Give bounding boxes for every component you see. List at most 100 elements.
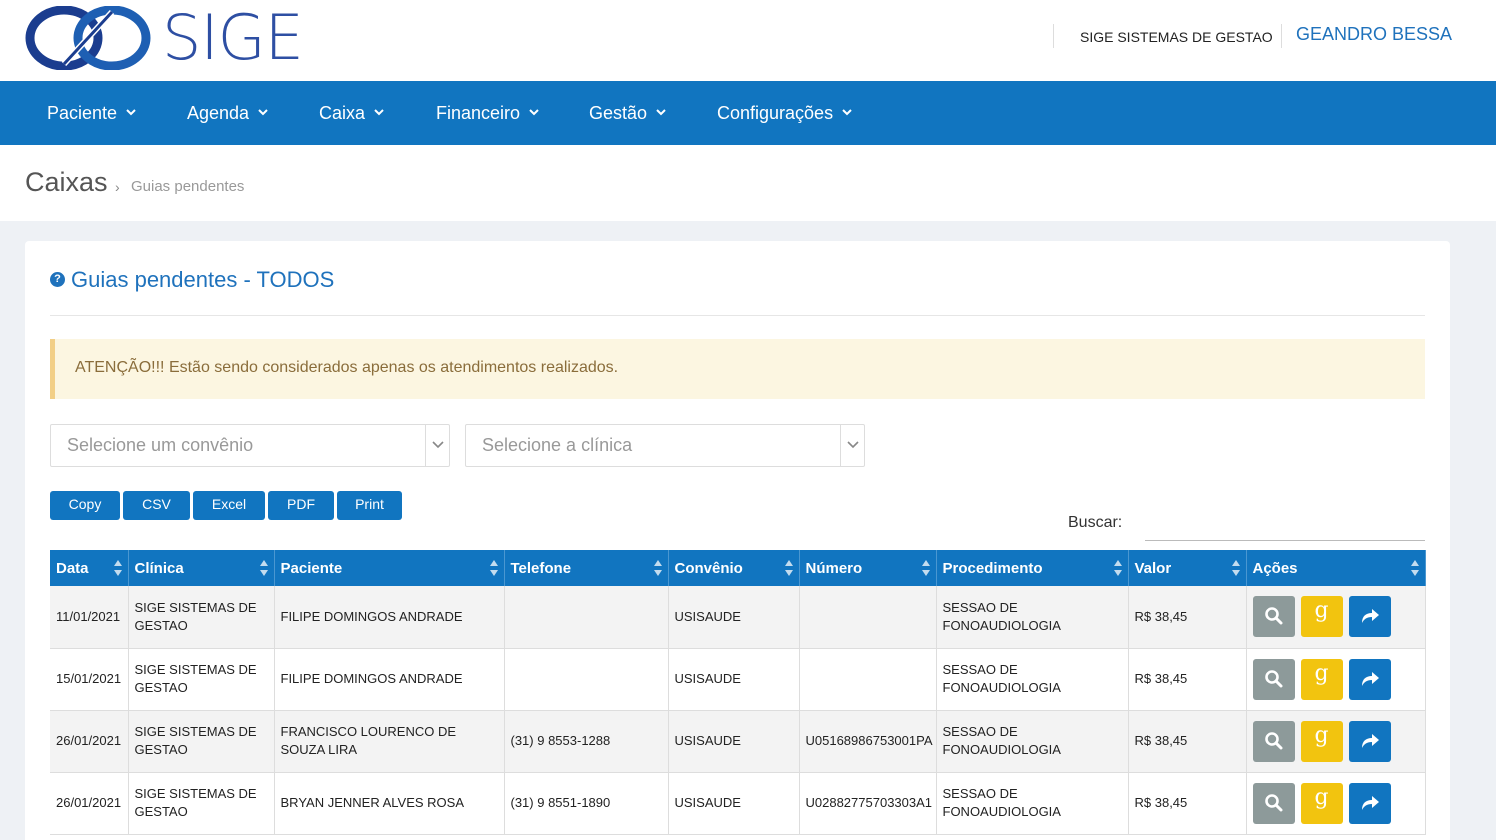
number-cell xyxy=(799,586,937,649)
column-header[interactable]: Procedimento xyxy=(936,550,1129,586)
view-button[interactable] xyxy=(1252,782,1295,824)
column-header-label: Ações xyxy=(1252,559,1298,577)
sort-icon xyxy=(784,560,793,576)
procedure-cell: SESSAO DE FONOAUDIOLOGIA xyxy=(936,710,1129,773)
warning-alert: ATENÇÃO!!! Estão sendo considerados apen… xyxy=(50,339,1425,399)
g-button[interactable]: g xyxy=(1300,596,1343,638)
page-title[interactable]: Caixas xyxy=(25,167,108,198)
card-title: ? Guias pendentes - TODOS xyxy=(50,267,334,293)
company-name[interactable]: SIGE SISTEMAS DE GESTAO xyxy=(1080,29,1273,45)
g-button[interactable]: g xyxy=(1300,658,1343,700)
view-button[interactable] xyxy=(1252,658,1295,700)
g-label: g xyxy=(1314,660,1329,686)
column-header[interactable]: Número xyxy=(799,550,937,586)
chevron-down-icon xyxy=(656,109,666,116)
pending-guides-table: Data Clínica Paciente Telefone Convênio Númer… xyxy=(50,550,1426,835)
actions-cell: g xyxy=(1246,586,1426,649)
procedure-cell: SESSAO DE FONOAUDIOLOGIA xyxy=(936,586,1129,649)
nav-label: Agenda xyxy=(187,103,250,123)
column-header[interactable]: Data xyxy=(50,550,129,586)
value-cell: R$ 38,45 xyxy=(1128,710,1247,773)
chevron-down-icon xyxy=(374,109,384,116)
nav-label: Configurações xyxy=(717,103,834,123)
column-header[interactable]: Telefone xyxy=(504,550,669,586)
g-button[interactable]: g xyxy=(1300,782,1343,824)
csv-button[interactable]: CSV xyxy=(123,491,190,520)
g-button[interactable]: g xyxy=(1300,720,1343,762)
sort-icon xyxy=(1231,560,1240,576)
g-label: g xyxy=(1314,598,1329,624)
nav-caixa[interactable]: Caixa xyxy=(319,81,385,145)
forward-button[interactable] xyxy=(1348,720,1391,762)
header-divider xyxy=(1281,24,1282,48)
pdf-button[interactable]: PDF xyxy=(268,491,334,520)
g-label: g xyxy=(1314,784,1329,810)
actions-cell: g xyxy=(1246,772,1426,835)
chevron-down-icon xyxy=(126,109,136,116)
view-button[interactable] xyxy=(1252,720,1295,762)
number-cell: U02882775703303A1 xyxy=(799,772,937,835)
share-icon xyxy=(1361,733,1379,748)
column-header-label: Convênio xyxy=(674,559,743,577)
select-arrow xyxy=(425,425,449,466)
column-header[interactable]: Clínica xyxy=(128,550,275,586)
view-button[interactable] xyxy=(1252,596,1295,638)
nav-financeiro[interactable]: Financeiro xyxy=(436,81,540,145)
forward-button[interactable] xyxy=(1348,658,1391,700)
table-row: 15/01/2021 SIGE SISTEMAS DE GESTAO FILIPE … xyxy=(50,648,1426,711)
nav-gestao[interactable]: Gestão xyxy=(589,81,667,145)
procedure-cell: SESSAO DE FONOAUDIOLOGIA xyxy=(936,772,1129,835)
table-header-row: Data Clínica Paciente Telefone Convênio Númer… xyxy=(50,550,1426,586)
phone-cell xyxy=(504,648,669,711)
phone-cell: (31) 9 8553-1288 xyxy=(504,710,669,773)
copy-button[interactable]: Copy xyxy=(50,491,120,520)
user-name[interactable]: GEANDRO BESSA xyxy=(1296,24,1452,45)
forward-button[interactable] xyxy=(1348,782,1391,824)
print-button[interactable]: Print xyxy=(337,491,402,520)
number-cell: U05168986753001PA xyxy=(799,710,937,773)
clinic-cell: SIGE SISTEMAS DE GESTAO xyxy=(128,648,275,711)
sort-icon xyxy=(113,560,122,576)
search-icon xyxy=(1264,793,1282,811)
convenio-select[interactable]: Selecione um convênio xyxy=(50,424,450,467)
column-header-label: Número xyxy=(805,559,863,577)
column-header[interactable]: Convênio xyxy=(668,550,800,586)
patient-cell: FRANCISCO LOURENCO DE SOUZA LIRA xyxy=(274,710,505,773)
top-header: SIGE SIGE SISTEMAS DE GESTAO GEANDRO BES… xyxy=(0,0,1496,81)
chevron-down-icon xyxy=(258,109,268,116)
convenio-cell: USISAUDE xyxy=(668,648,800,711)
nav-paciente[interactable]: Paciente xyxy=(47,81,137,145)
search-icon xyxy=(1264,731,1282,749)
breadcrumb: Caixas › Guias pendentes xyxy=(0,145,1496,221)
convenio-cell: USISAUDE xyxy=(668,710,800,773)
chevron-down-icon xyxy=(432,441,444,449)
value-cell: R$ 38,45 xyxy=(1128,648,1247,711)
excel-button[interactable]: Excel xyxy=(193,491,265,520)
column-header[interactable]: Ações xyxy=(1246,550,1426,586)
g-label: g xyxy=(1314,722,1329,748)
search-icon xyxy=(1264,669,1282,687)
main-nav: Paciente Agenda Caixa Financeiro Gestão … xyxy=(0,81,1496,145)
help-circle-icon[interactable]: ? xyxy=(50,271,65,287)
sort-icon xyxy=(653,560,662,576)
nav-agenda[interactable]: Agenda xyxy=(187,81,269,145)
patient-cell: FILIPE DOMINGOS ANDRADE xyxy=(274,586,505,649)
sort-icon xyxy=(921,560,930,576)
divider xyxy=(50,315,1425,316)
convenio-cell: USISAUDE xyxy=(668,772,800,835)
column-header-label: Telefone xyxy=(510,559,572,577)
phone-cell: (31) 9 8551-1890 xyxy=(504,772,669,835)
sige-logo[interactable]: SIGE xyxy=(24,5,304,71)
actions-cell: g xyxy=(1246,648,1426,711)
chevron-down-icon xyxy=(847,441,859,449)
column-header[interactable]: Valor xyxy=(1128,550,1247,586)
clinica-select[interactable]: Selecione a clínica xyxy=(465,424,865,467)
search-input[interactable] xyxy=(1145,511,1425,541)
date-cell: 11/01/2021 xyxy=(50,586,129,649)
forward-button[interactable] xyxy=(1348,596,1391,638)
share-icon xyxy=(1361,671,1379,686)
search-icon xyxy=(1264,607,1282,625)
column-header[interactable]: Paciente xyxy=(274,550,505,586)
nav-configuracoes[interactable]: Configurações xyxy=(717,81,853,145)
nav-label: Gestão xyxy=(589,103,648,123)
